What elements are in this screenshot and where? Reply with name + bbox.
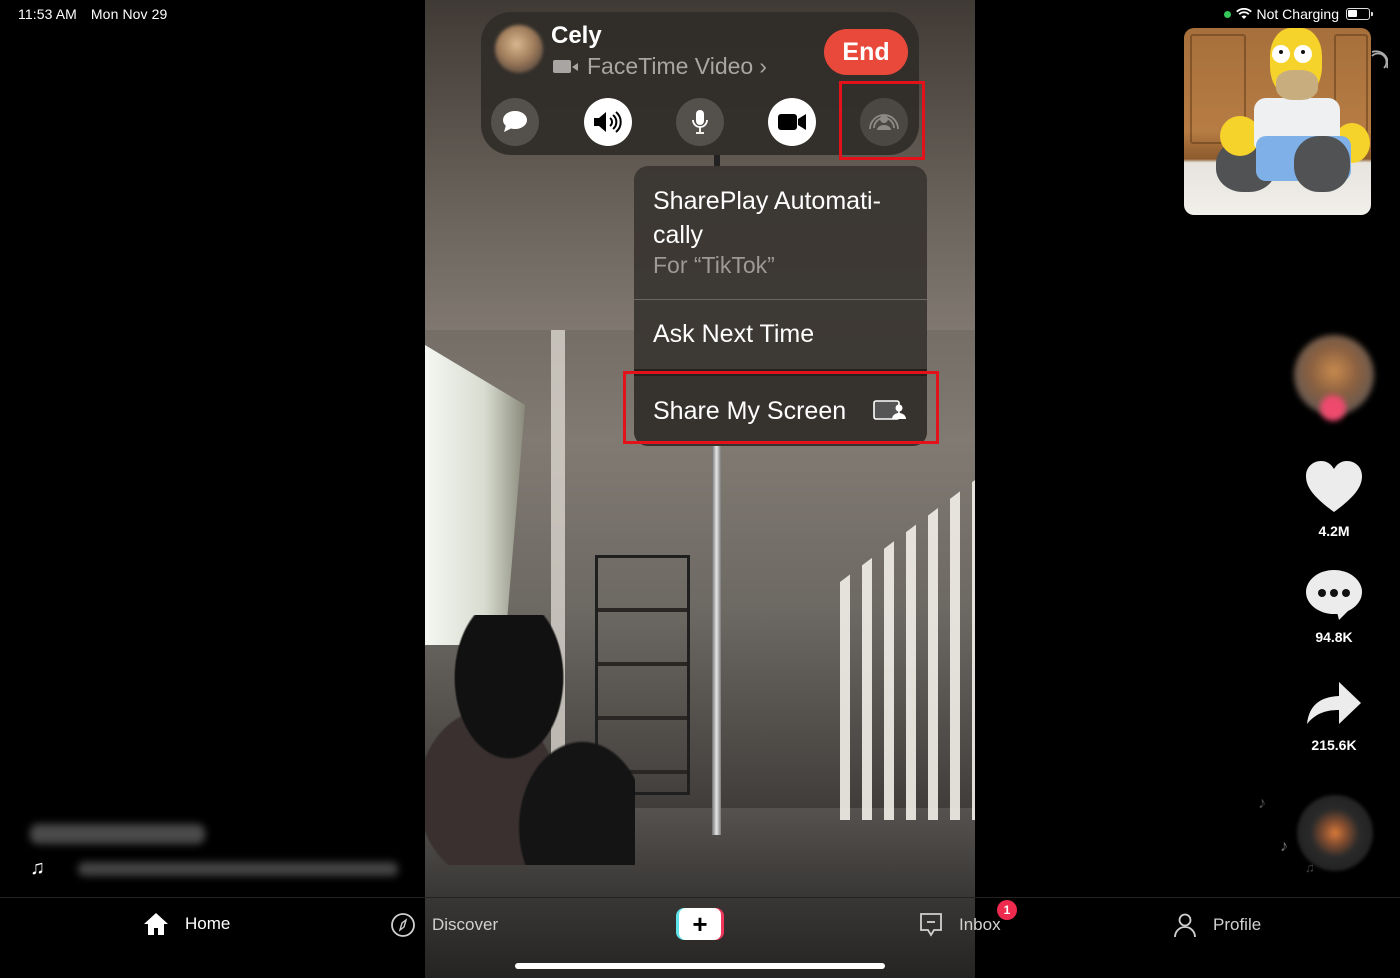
- speaker-icon: [594, 111, 622, 133]
- tab-home[interactable]: Home: [143, 912, 230, 936]
- tab-label: Inbox: [959, 915, 1001, 934]
- audio-indicator-icon: [1371, 50, 1388, 69]
- like-button[interactable]: 4.2M: [1294, 460, 1374, 539]
- plush-muzzle: [1276, 70, 1318, 100]
- share-arrow-icon: [1307, 682, 1361, 724]
- battery-icon: [1346, 8, 1373, 20]
- wifi-icon: [1235, 8, 1252, 19]
- sound-name-blurred[interactable]: [78, 862, 398, 876]
- home-indicator[interactable]: [515, 963, 885, 969]
- heart-icon: [1306, 461, 1362, 512]
- tab-inbox[interactable]: Inbox: [919, 912, 1001, 938]
- end-call-button[interactable]: End: [824, 29, 908, 75]
- menu-item-title-cont: cally: [653, 221, 704, 249]
- inbox-icon: [920, 913, 942, 937]
- comment-count: 94.8K: [1315, 629, 1353, 645]
- menu-item-title: SharePlay Automati-: [653, 187, 881, 215]
- home-icon: [144, 913, 168, 935]
- menu-item-shareplay-automatically[interactable]: SharePlay Automati- cally For “TikTok”: [634, 166, 927, 298]
- follow-button[interactable]: [1320, 395, 1346, 421]
- comment-icon: [1306, 570, 1362, 620]
- profile-icon: [1174, 913, 1196, 938]
- call-type-link[interactable]: FaceTime Video ›: [553, 53, 767, 80]
- camera-in-use-dot-icon: [1223, 10, 1231, 18]
- tab-discover[interactable]: Discover: [390, 912, 498, 938]
- menu-item-title: Ask Next Time: [653, 320, 815, 348]
- contact-avatar[interactable]: [495, 25, 543, 73]
- music-note-icon: ♫: [30, 857, 45, 879]
- menu-item-subtitle: For “TikTok”: [653, 252, 775, 278]
- mute-button[interactable]: [676, 98, 724, 146]
- messages-button[interactable]: [491, 98, 539, 146]
- message-bubble-icon: [503, 111, 527, 132]
- call-type-label: FaceTime Video: [587, 53, 754, 79]
- like-count: 4.2M: [1318, 523, 1350, 539]
- tab-label: Discover: [432, 915, 499, 934]
- share-count: 215.6K: [1311, 737, 1357, 753]
- microphone-icon: [692, 110, 708, 134]
- chevron-right-icon: ›: [759, 53, 767, 79]
- music-note-icon: ♪: [1280, 838, 1288, 855]
- comment-button[interactable]: 94.8K: [1294, 568, 1374, 645]
- inbox-badge: 1: [997, 900, 1017, 920]
- contact-name[interactable]: Cely: [551, 22, 602, 50]
- tab-label: Profile: [1213, 915, 1262, 934]
- status-date: Mon Nov 29: [90, 6, 168, 22]
- menu-item-ask-next-time[interactable]: Ask Next Time: [634, 299, 927, 369]
- plush-eye: [1294, 45, 1312, 63]
- self-view-pip[interactable]: [1184, 28, 1371, 215]
- create-button[interactable]: +: [676, 908, 724, 940]
- speaker-button[interactable]: [584, 98, 632, 146]
- plush-eye: [1272, 45, 1290, 63]
- compass-icon: [391, 913, 415, 937]
- video-person: [425, 615, 635, 865]
- video-camera-small-icon: [553, 60, 571, 73]
- tab-label: Home: [185, 914, 231, 933]
- creator-username-blurred[interactable]: [30, 824, 205, 844]
- shareplay-button-highlight: [839, 81, 925, 160]
- music-note-icon: ♪: [1258, 795, 1266, 812]
- tab-profile[interactable]: Profile: [1173, 912, 1261, 938]
- music-note-icon: ♫: [1305, 860, 1315, 875]
- charging-status: Not Charging: [1256, 6, 1340, 22]
- plush-foot: [1294, 136, 1350, 192]
- share-button[interactable]: 215.6K: [1294, 680, 1374, 753]
- share-my-screen-highlight: [623, 371, 939, 444]
- video-camera-icon: [778, 114, 806, 130]
- status-bar-left: 11:53 AM Mon Nov 29: [18, 6, 177, 22]
- camera-button[interactable]: [768, 98, 816, 146]
- status-bar-right: Not Charging: [1223, 6, 1373, 22]
- status-time: 11:53 AM: [18, 6, 77, 22]
- video-pole: [712, 445, 721, 835]
- create-icon: +: [679, 908, 721, 940]
